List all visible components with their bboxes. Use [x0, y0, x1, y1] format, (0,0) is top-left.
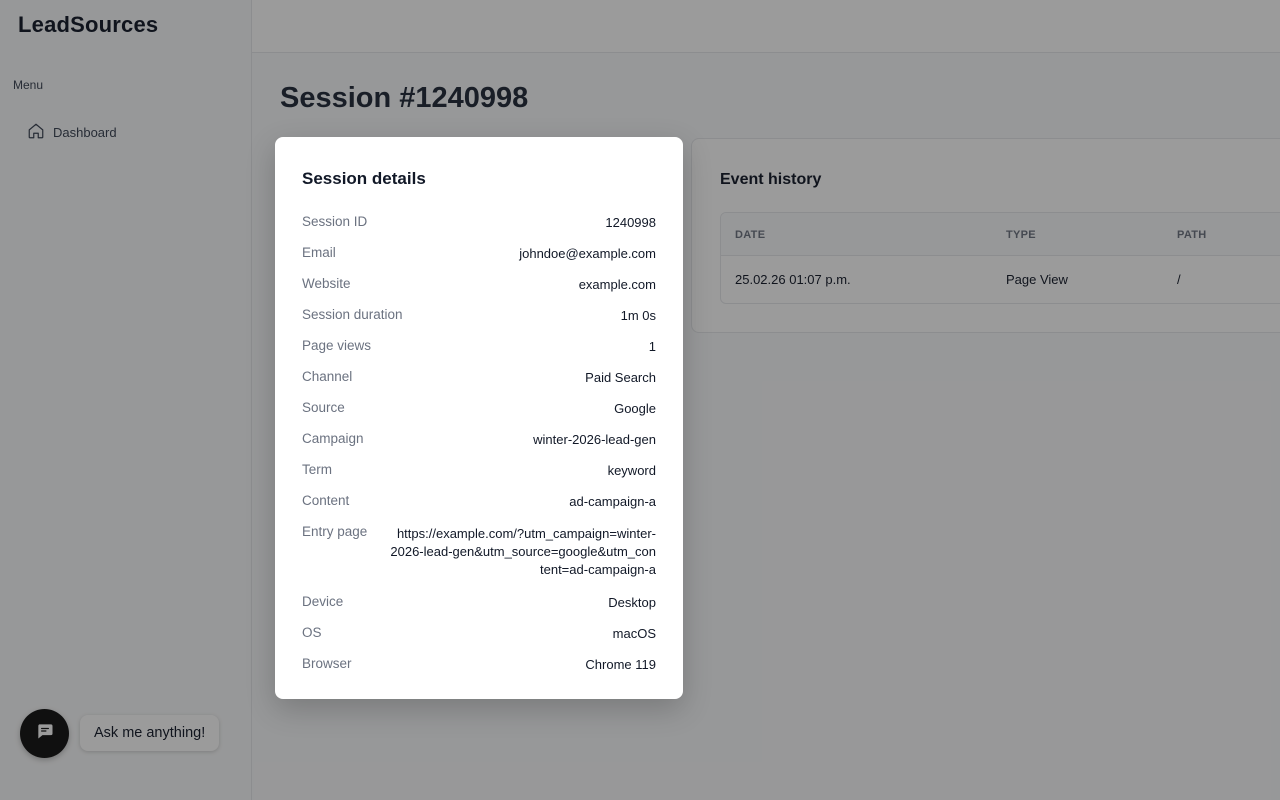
detail-label: Campaign — [302, 431, 364, 446]
session-details-list: Session ID 1240998 Email johndoe@example… — [302, 213, 656, 686]
detail-value: 1240998 — [605, 215, 656, 230]
detail-value: Desktop — [608, 595, 656, 610]
detail-label: Page views — [302, 338, 372, 353]
detail-row-source: Source Google — [302, 399, 656, 430]
detail-label: Content — [302, 493, 350, 508]
detail-label: Source — [302, 400, 345, 415]
detail-value: winter-2026-lead-gen — [533, 432, 656, 447]
detail-row-device: Device Desktop — [302, 593, 656, 624]
detail-value: Chrome 119 — [585, 657, 656, 672]
detail-row-content: Content ad-campaign-a — [302, 492, 656, 523]
detail-label: Entry page — [302, 524, 368, 539]
detail-label: Session ID — [302, 214, 368, 229]
detail-value: keyword — [607, 463, 656, 478]
detail-row-email: Email johndoe@example.com — [302, 244, 656, 275]
detail-value: ad-campaign-a — [569, 494, 656, 509]
detail-row-session-id: Session ID 1240998 — [302, 213, 656, 244]
detail-label: Session duration — [302, 307, 403, 322]
detail-value: Paid Search — [585, 370, 656, 385]
detail-value: example.com — [578, 277, 656, 292]
session-details-modal: Session details Session ID 1240998 Email… — [275, 137, 683, 699]
detail-value: johndoe@example.com — [519, 246, 656, 261]
detail-label: Channel — [302, 369, 353, 384]
detail-row-entry-page: Entry page https://example.com/?utm_camp… — [302, 523, 656, 593]
detail-label: Device — [302, 594, 344, 609]
modal-title: Session details — [302, 169, 426, 188]
detail-row-channel: Channel Paid Search — [302, 368, 656, 399]
detail-label: Website — [302, 276, 351, 291]
detail-row-page-views: Page views 1 — [302, 337, 656, 368]
detail-row-website: Website example.com — [302, 275, 656, 306]
detail-label: Email — [302, 245, 336, 260]
detail-label: OS — [302, 625, 322, 640]
detail-row-campaign: Campaign winter-2026-lead-gen — [302, 430, 656, 461]
detail-label: Term — [302, 462, 332, 477]
detail-row-term: Term keyword — [302, 461, 656, 492]
detail-row-os: OS macOS — [302, 624, 656, 655]
detail-row-browser: Browser Chrome 119 — [302, 655, 656, 686]
detail-row-session-duration: Session duration 1m 0s — [302, 306, 656, 337]
detail-value: 1m 0s — [620, 308, 656, 323]
detail-label: Browser — [302, 656, 352, 671]
entry-page-url: https://example.com/?utm_campaign=winter… — [390, 526, 656, 577]
detail-value: macOS — [612, 626, 656, 641]
detail-value: Google — [614, 401, 656, 416]
detail-value: 1 — [648, 339, 656, 354]
